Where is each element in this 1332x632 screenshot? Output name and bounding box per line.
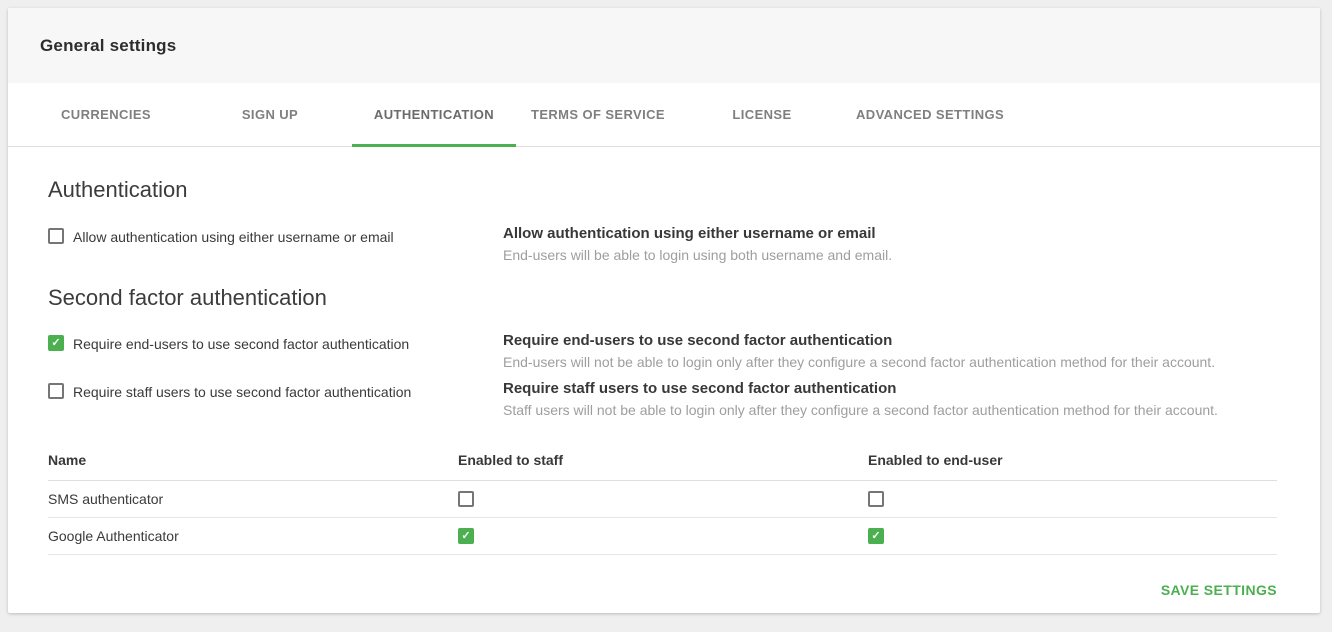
setting-help-description: Staff users will not be able to login on… [503,402,1277,418]
require-staff-users-2fa-label[interactable]: Require staff users to use second factor… [73,383,411,400]
sms-enabled-to-staff-checkbox[interactable]: ✓ [458,491,474,507]
tab-license[interactable]: LICENSE [680,83,844,146]
require-end-users-2fa-checkbox[interactable]: ✓ [48,335,64,351]
main-content: Authentication ✓ Allow authentication us… [8,177,1320,598]
tabs-bar: CURRENCIES SIGN UP AUTHENTICATION TERMS … [8,83,1320,147]
setting-help: Require end-users to use second factor a… [503,332,1277,370]
setting-help: Allow authentication using either userna… [503,225,1277,263]
tab-currencies[interactable]: CURRENCIES [24,83,188,146]
tab-authentication[interactable]: AUTHENTICATION [352,83,516,146]
setting-control: ✓ Require staff users to use second fact… [48,380,503,400]
section-heading-authentication: Authentication [48,177,1277,203]
settings-card: General settings CURRENCIES SIGN UP AUTH… [8,8,1320,613]
save-settings-button[interactable]: SAVE SETTINGS [1161,582,1277,598]
allow-username-email-label[interactable]: Allow authentication using either userna… [73,228,394,245]
auth-methods-table: Name Enabled to staff Enabled to end-use… [48,446,1277,555]
setting-help-title: Require staff users to use second factor… [503,380,1277,397]
table-header-row: Name Enabled to staff Enabled to end-use… [48,446,1277,481]
setting-row-username-email: ✓ Allow authentication using either user… [48,225,1277,263]
require-end-users-2fa-label[interactable]: Require end-users to use second factor a… [73,335,409,352]
section-heading-second-factor: Second factor authentication [48,285,1277,311]
table-row-sms-authenticator: SMS authenticator ✓ ✓ [48,481,1277,518]
column-header-name: Name [48,446,458,481]
method-name: Google Authenticator [48,518,458,555]
column-header-enabled-to-end-user: Enabled to end-user [868,446,1277,481]
setting-help-title: Allow authentication using either userna… [503,225,1277,242]
check-icon: ✓ [461,531,470,542]
table-row-google-authenticator: Google Authenticator ✓ ✓ [48,518,1277,555]
setting-help: Require staff users to use second factor… [503,380,1277,418]
setting-help-title: Require end-users to use second factor a… [503,332,1277,349]
require-staff-users-2fa-checkbox[interactable]: ✓ [48,383,64,399]
check-icon: ✓ [871,531,880,542]
check-icon: ✓ [51,338,60,349]
method-name: SMS authenticator [48,481,458,518]
google-enabled-to-staff-checkbox[interactable]: ✓ [458,528,474,544]
setting-control: ✓ Require end-users to use second factor… [48,332,503,352]
tab-sign-up[interactable]: SIGN UP [188,83,352,146]
setting-row-end-users-2fa: ✓ Require end-users to use second factor… [48,332,1277,370]
tab-terms-of-service[interactable]: TERMS OF SERVICE [516,83,680,146]
card-header: General settings [8,8,1320,83]
page-title: General settings [40,36,176,56]
sms-enabled-to-end-user-checkbox[interactable]: ✓ [868,491,884,507]
allow-username-email-checkbox[interactable]: ✓ [48,228,64,244]
save-row: SAVE SETTINGS [48,582,1277,598]
tab-advanced-settings[interactable]: ADVANCED SETTINGS [844,83,1016,146]
google-enabled-to-end-user-checkbox[interactable]: ✓ [868,528,884,544]
setting-help-description: End-users will not be able to login only… [503,354,1277,370]
column-header-enabled-to-staff: Enabled to staff [458,446,868,481]
setting-control: ✓ Allow authentication using either user… [48,225,503,245]
setting-help-description: End-users will be able to login using bo… [503,247,1277,263]
setting-row-staff-users-2fa: ✓ Require staff users to use second fact… [48,380,1277,418]
